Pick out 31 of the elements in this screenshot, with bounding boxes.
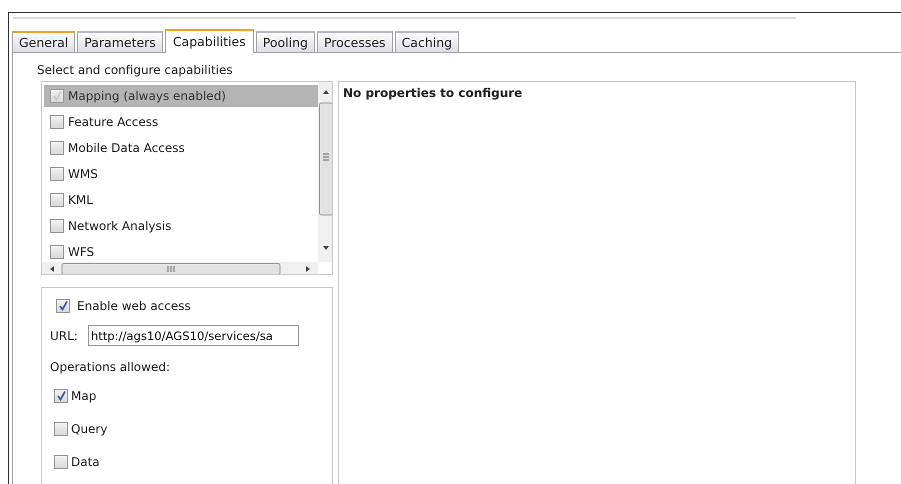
checkbox-label: Enable web access — [77, 299, 191, 313]
tab[interactable]: General — [12, 31, 76, 52]
checkbox[interactable] — [50, 141, 64, 155]
checkbox[interactable] — [54, 422, 68, 436]
checkbox[interactable] — [50, 115, 64, 129]
checkbox[interactable] — [50, 219, 64, 233]
checkbox-label: Data — [71, 454, 100, 468]
properties-message: No properties to configure — [343, 86, 522, 100]
section-label: Select and configure capabilities — [37, 63, 233, 77]
tab[interactable]: Parameters — [77, 31, 163, 52]
field-label: URL: — [50, 328, 78, 342]
checkbox-label: Query — [71, 422, 108, 436]
capability-item[interactable]: KML — [44, 189, 318, 211]
capability-item[interactable]: Feature Access — [44, 111, 318, 133]
capability-item[interactable]: WFS — [44, 241, 318, 262]
checkbox[interactable] — [50, 167, 64, 181]
capability-item[interactable]: Network Analysis — [44, 215, 318, 237]
capability-item[interactable]: Mobile Data Access — [44, 137, 318, 159]
tab[interactable]: Processes — [316, 31, 393, 52]
url-field[interactable]: http://ags10/AGS10/services/sa — [88, 325, 299, 346]
tab[interactable]: Caching — [394, 31, 460, 52]
tab[interactable]: Capabilities — [164, 29, 254, 53]
checkbox[interactable] — [50, 193, 64, 207]
tab[interactable]: Pooling — [256, 31, 315, 52]
section-label: Operations allowed: — [50, 360, 170, 374]
checkbox[interactable] — [50, 245, 64, 259]
capability-item[interactable]: WMS — [44, 163, 318, 185]
checkbox[interactable] — [54, 388, 68, 402]
checkbox-label: Map — [71, 388, 96, 402]
checkbox[interactable] — [54, 454, 68, 468]
checkbox[interactable] — [56, 299, 70, 313]
